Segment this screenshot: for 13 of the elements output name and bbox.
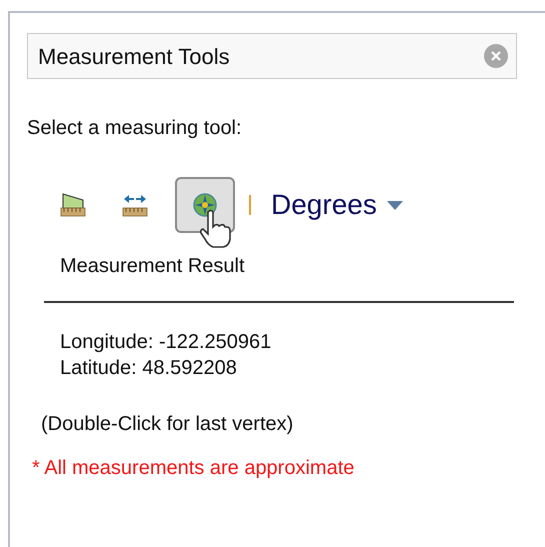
panel-title: Measurement Tools (38, 42, 231, 70)
caret-icon (386, 200, 403, 210)
units-dropdown[interactable]: Degrees (271, 184, 403, 226)
distance-ruler-icon (121, 192, 149, 218)
result-line: Latitude: 48.592208 (60, 356, 237, 381)
close-icon (490, 50, 502, 62)
prompt-text: Select a measuring tool: (27, 116, 242, 141)
note-text: * All measurements are approximate (32, 456, 354, 481)
result-line: Longitude: -122.250961 (60, 330, 272, 355)
hint-text: (Double-Click for last vertex) (41, 412, 294, 437)
area-ruler-icon (59, 192, 87, 218)
result-heading: Measurement Result (60, 254, 245, 279)
hand-cursor-icon (199, 209, 233, 249)
